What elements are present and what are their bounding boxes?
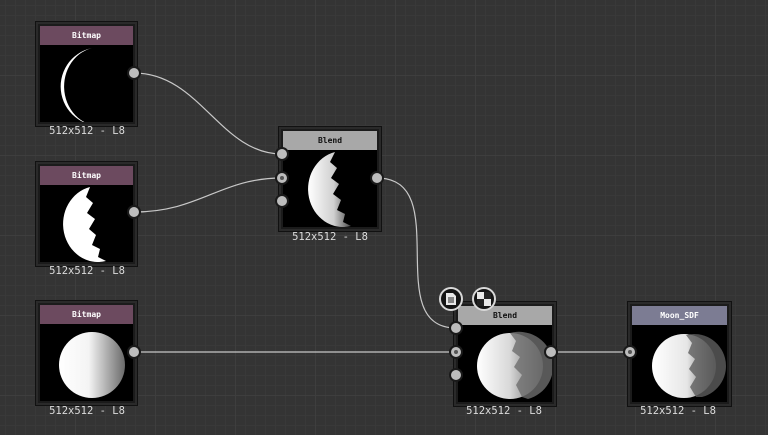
output-port[interactable] bbox=[544, 345, 558, 359]
moon-sdf-node[interactable]: Moon_SDF bbox=[628, 302, 731, 406]
wire-bitmap2-to-blend1 bbox=[133, 177, 283, 213]
node-thumbnail bbox=[458, 325, 552, 402]
node-thumbnail bbox=[283, 150, 377, 227]
node-header: Blend bbox=[458, 306, 552, 325]
checker-icon[interactable] bbox=[472, 287, 496, 311]
node-caption: 512x512 - L8 bbox=[292, 231, 368, 243]
node-header: Moon_SDF bbox=[632, 306, 727, 325]
output-port[interactable] bbox=[127, 66, 141, 80]
node-thumbnail bbox=[40, 324, 133, 401]
jagged-moon-preview bbox=[63, 187, 106, 262]
node-caption: 512x512 - L8 bbox=[640, 405, 716, 417]
node-header: Blend bbox=[283, 131, 377, 150]
output-port[interactable] bbox=[127, 345, 141, 359]
blend-node-1[interactable]: Blend bbox=[279, 127, 381, 231]
node-caption: 512x512 - L8 bbox=[49, 125, 125, 137]
input-port-foreground[interactable] bbox=[449, 321, 463, 335]
input-port-foreground[interactable] bbox=[275, 147, 289, 161]
blended-moon-preview bbox=[477, 331, 552, 399]
input-port-background[interactable] bbox=[275, 171, 289, 185]
blend-node-2[interactable]: Blend bbox=[454, 302, 556, 406]
full-moon-preview bbox=[59, 332, 125, 398]
bitmap-node-1[interactable]: Bitmap bbox=[36, 22, 137, 126]
node-header: Bitmap bbox=[40, 305, 133, 324]
node-caption: 512x512 - L8 bbox=[49, 265, 125, 277]
node-caption: 512x512 - L8 bbox=[466, 405, 542, 417]
node-header: Bitmap bbox=[40, 26, 133, 45]
input-port-mask[interactable] bbox=[449, 368, 463, 382]
blended-moon-preview bbox=[308, 152, 351, 227]
moon-sdf-preview bbox=[652, 333, 727, 398]
bitmap-node-2[interactable]: Bitmap bbox=[36, 162, 137, 266]
document-icon[interactable] bbox=[439, 287, 463, 311]
node-thumbnail bbox=[632, 325, 727, 402]
crescent-moon-preview bbox=[60, 48, 92, 122]
output-port[interactable] bbox=[127, 205, 141, 219]
input-port-background[interactable] bbox=[449, 345, 463, 359]
node-thumbnail bbox=[40, 45, 133, 122]
node-caption: 512x512 - L8 bbox=[49, 405, 125, 417]
input-port[interactable] bbox=[623, 345, 637, 359]
node-thumbnail bbox=[40, 185, 133, 262]
wire-bitmap1-to-blend1 bbox=[133, 72, 283, 155]
output-port[interactable] bbox=[370, 171, 384, 185]
bitmap-node-3[interactable]: Bitmap bbox=[36, 301, 137, 405]
node-header: Bitmap bbox=[40, 166, 133, 185]
input-port-mask[interactable] bbox=[275, 194, 289, 208]
